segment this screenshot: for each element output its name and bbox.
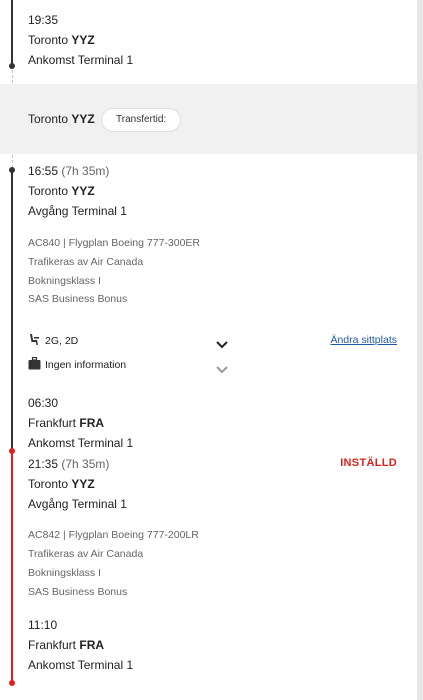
flight2-arrival-code: FRA — [79, 638, 105, 652]
flight1-city: Toronto — [28, 184, 69, 198]
flight1-departure-airport: Toronto YYZ — [28, 184, 95, 199]
flight2-duration: (7h 35m) — [61, 457, 110, 471]
arrival-time: 19:35 — [28, 13, 59, 27]
page-edge-scrollbar[interactable] — [417, 0, 423, 700]
flight1-booking-class: Bokningsklass I — [28, 275, 101, 287]
flight1-time: 16:55 — [28, 164, 59, 178]
flight2-arrival-city: Frankfurt — [28, 638, 77, 652]
cancelled-status-badge: INSTÄLLD — [340, 457, 397, 469]
flight1-operator: Trafikeras av Air Canada — [28, 256, 144, 268]
flight2-arrival-terminal: Ankomst Terminal 1 — [28, 658, 134, 672]
transfer-code: YYZ — [71, 112, 95, 126]
flight1-arrival-airport: Frankfurt FRA — [28, 416, 104, 431]
flight1-flight-number: AC840 | Flygplan Boeing 777-300ER — [28, 237, 201, 249]
change-seat-link[interactable]: Ändra sittplats — [330, 334, 397, 346]
flight2-code: YYZ — [71, 477, 95, 491]
flight2-terminal: Avgång Terminal 1 — [28, 497, 127, 511]
baggage-icon — [28, 356, 41, 375]
flight2-city: Toronto — [28, 477, 69, 491]
flight2-flight-number: AC842 | Flygplan Boeing 777-200LR — [28, 529, 199, 541]
flight1-duration: (7h 35m) — [61, 164, 110, 178]
transfer-city: Toronto — [28, 112, 69, 126]
arrival-city: Toronto — [28, 33, 69, 47]
timeline-segment-arrival — [11, 0, 13, 66]
flight2-arrival-airport: Frankfurt FRA — [28, 638, 104, 653]
flight2-arrival-time: 11:10 — [28, 618, 58, 632]
flight2-time: 21:35 — [28, 457, 59, 471]
chevron-down-icon[interactable] — [216, 336, 228, 354]
flight2-fare: SAS Business Bonus — [28, 586, 128, 598]
timeline-segment-flight1 — [11, 170, 13, 451]
chevron-down-icon[interactable] — [216, 361, 228, 379]
flight1-arrival-city: Frankfurt — [28, 416, 77, 430]
itinerary-panel: 19:35 Toronto YYZ Ankomst Terminal 1 Tor… — [0, 0, 417, 700]
baggage-info: Ingen information — [45, 359, 127, 371]
seat-numbers: 2G, 2D — [45, 335, 79, 347]
seat-icon — [28, 333, 40, 351]
flight1-departure-time: 16:55 (7h 35m) — [28, 164, 109, 179]
flight2-departure-airport: Toronto YYZ — [28, 477, 95, 492]
timeline-dot-end — [9, 680, 15, 686]
flight1-terminal: Avgång Terminal 1 — [28, 204, 127, 218]
timeline-segment-flight2 — [11, 451, 13, 683]
timeline-dot-arrival — [9, 63, 15, 69]
transfer-airport: Toronto YYZ — [28, 112, 95, 127]
flight1-arrival-terminal: Ankomst Terminal 1 — [28, 436, 134, 450]
arrival-terminal: Ankomst Terminal 1 — [28, 53, 134, 67]
flight1-code: YYZ — [71, 184, 95, 198]
flight1-arrival-time: 06:30 — [28, 396, 59, 410]
arrival-code: YYZ — [71, 33, 95, 47]
flight1-fare: SAS Business Bonus — [28, 293, 128, 305]
flight2-booking-class: Bokningsklass I — [28, 567, 101, 579]
flight2-operator: Trafikeras av Air Canada — [28, 548, 144, 560]
flight1-arrival-code: FRA — [79, 416, 105, 430]
transfer-time-badge: Transfertid: — [101, 108, 182, 132]
arrival-airport: Toronto YYZ — [28, 33, 95, 48]
flight2-departure-time: 21:35 (7h 35m) — [28, 457, 109, 472]
